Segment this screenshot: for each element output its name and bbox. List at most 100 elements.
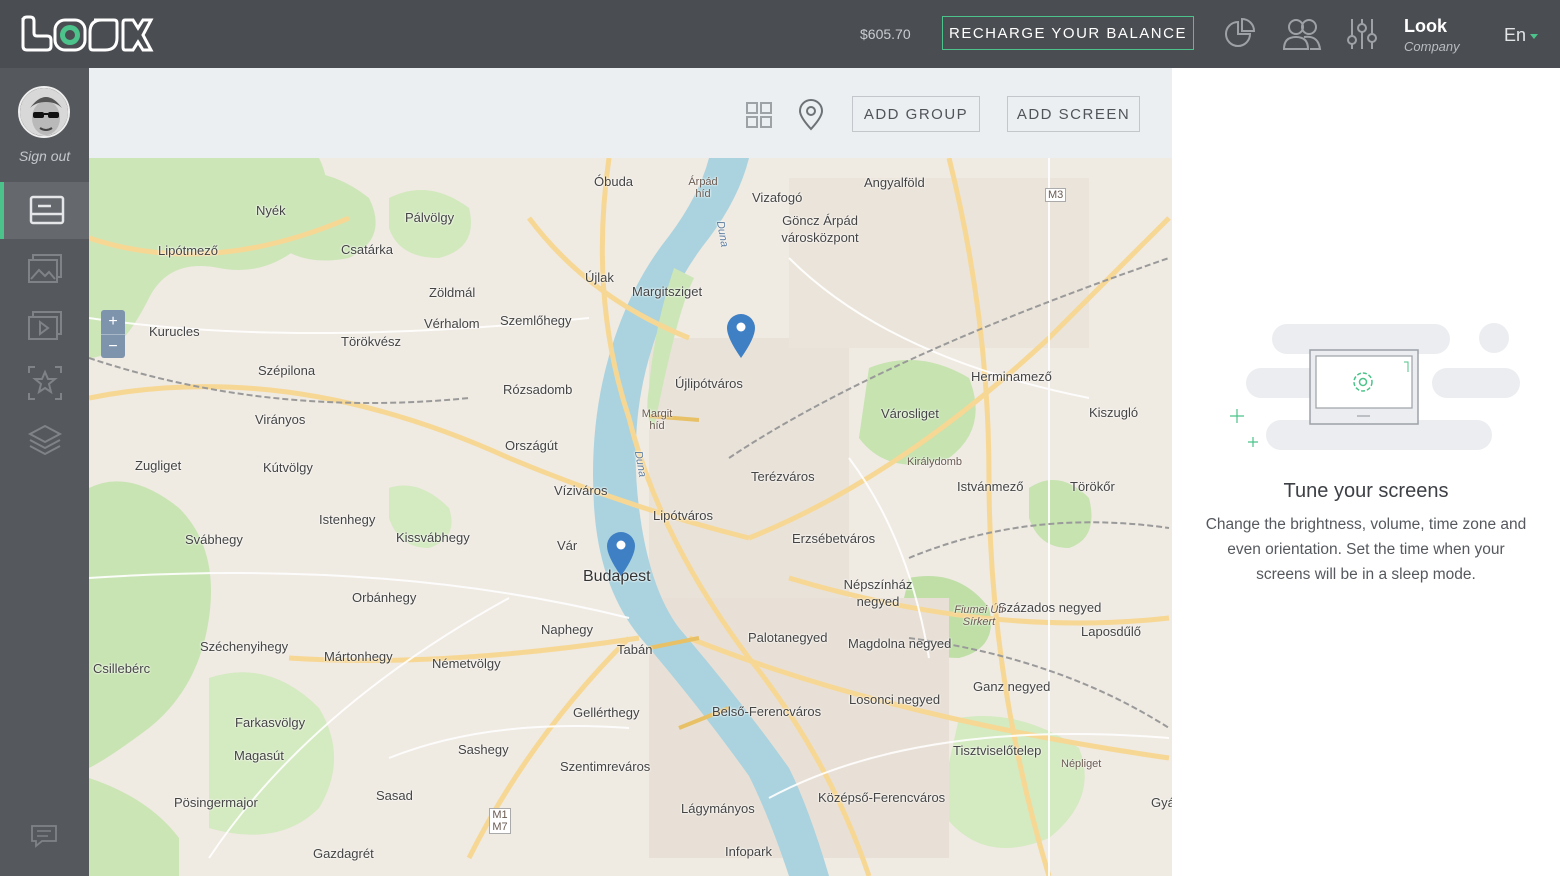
map-label: Palotanegyed bbox=[748, 630, 828, 645]
layers-icon bbox=[27, 424, 62, 455]
map-label: Törökvész bbox=[341, 334, 401, 349]
map-label: Istvánmező bbox=[957, 479, 1024, 494]
map-marker-icon[interactable] bbox=[605, 530, 637, 578]
sidebar-item-favorites[interactable] bbox=[0, 354, 89, 411]
map-label: Göncz Árpád városközpont bbox=[781, 213, 859, 245]
map-label: Csillebérc bbox=[93, 661, 151, 676]
map-label: Árpád híd bbox=[688, 176, 718, 200]
map-label: Zöldmál bbox=[429, 285, 476, 300]
user-name[interactable]: Look bbox=[1404, 16, 1447, 37]
map-label: Orbánhegy bbox=[352, 590, 417, 605]
toolbar: ADD GROUP ADD SCREEN bbox=[89, 68, 1172, 158]
map-label: Angyalföld bbox=[864, 175, 925, 190]
sidebar-item-images[interactable] bbox=[0, 240, 89, 297]
avatar-image bbox=[20, 88, 68, 136]
map-label: Zugliget bbox=[135, 458, 182, 473]
language-selector[interactable]: En bbox=[1504, 25, 1539, 46]
map-label: Vizafogó bbox=[752, 190, 803, 205]
map-label: Széchenyihegy bbox=[200, 639, 289, 654]
map-label: Farkasvölgy bbox=[235, 715, 306, 730]
map-label: Városliget bbox=[881, 406, 939, 421]
map-label: Losonci negyed bbox=[849, 692, 941, 707]
images-icon bbox=[27, 253, 62, 283]
map-label: Lágymányos bbox=[681, 801, 755, 816]
recharge-balance-button[interactable]: RECHARGE YOUR BALANCE bbox=[942, 16, 1194, 50]
map-label: Laposdűlő bbox=[1081, 624, 1141, 639]
map-label: Terézváros bbox=[751, 469, 815, 484]
map-label: Istenhegy bbox=[319, 512, 376, 527]
map-label: Csatárka bbox=[341, 242, 394, 257]
map-label: Kiszugló bbox=[1089, 405, 1139, 420]
sidebar: Sign out bbox=[0, 68, 89, 876]
map-label: Középső-Ferencváros bbox=[818, 790, 946, 805]
map-label: Szentimreváros bbox=[560, 759, 651, 774]
map-label: Margit híd bbox=[641, 408, 673, 432]
map-label: Sasad bbox=[376, 788, 413, 803]
sign-out-link[interactable]: Sign out bbox=[0, 148, 89, 164]
grid-view-icon[interactable] bbox=[745, 101, 773, 129]
map-label: Népszínház negyed bbox=[843, 577, 913, 609]
map-marker-icon[interactable] bbox=[725, 312, 757, 360]
map-label: Rózsadomb bbox=[503, 382, 573, 397]
chevron-down-icon bbox=[1530, 33, 1539, 39]
map-label: Magasút bbox=[234, 748, 284, 763]
map-label: Naphegy bbox=[541, 622, 594, 637]
zoom-out-button[interactable]: − bbox=[101, 334, 125, 358]
top-bar: $605.70 RECHARGE YOUR BALANCE Look Compa… bbox=[0, 0, 1560, 68]
add-group-button[interactable]: ADD GROUP bbox=[852, 96, 980, 132]
map-label: Infopark bbox=[725, 844, 772, 859]
info-panel: Tune your screens Change the brightness,… bbox=[1172, 68, 1560, 876]
map-label: Magdolna negyed bbox=[848, 636, 952, 651]
map-label: M3 bbox=[1045, 188, 1067, 202]
map-label: Óbuda bbox=[594, 174, 634, 189]
map-label: Svábhegy bbox=[185, 532, 243, 547]
map-label: M1 M7 bbox=[489, 808, 511, 834]
map-label: Szemlőhegy bbox=[500, 313, 572, 328]
map-label: Kurucles bbox=[149, 324, 200, 339]
favorites-icon bbox=[27, 365, 62, 400]
map-label: Tabán bbox=[617, 642, 653, 657]
map-label: Mártonhegy bbox=[324, 649, 393, 664]
playlists-icon bbox=[27, 310, 62, 340]
user-role: Company bbox=[1404, 39, 1460, 54]
sidebar-item-playlists[interactable] bbox=[0, 297, 89, 354]
map-label: Pösingermajor bbox=[174, 795, 258, 810]
map-label: Népliget bbox=[1061, 758, 1102, 770]
add-screen-button[interactable]: ADD SCREEN bbox=[1007, 96, 1140, 132]
map-label: Gyár bbox=[1151, 795, 1172, 810]
map-label: Újlak bbox=[585, 270, 614, 285]
map-label: Vérhalom bbox=[424, 316, 480, 331]
avatar[interactable] bbox=[18, 86, 70, 138]
map-label: Lipótmező bbox=[158, 243, 218, 258]
map-label: Országút bbox=[505, 438, 558, 453]
language-label: En bbox=[1504, 25, 1527, 45]
zoom-control: + − bbox=[101, 310, 125, 358]
map-label: Víziváros bbox=[554, 483, 608, 498]
map-label: Németvölgy bbox=[432, 656, 501, 671]
sidebar-item-layers[interactable] bbox=[0, 411, 89, 468]
sidebar-item-screens[interactable] bbox=[0, 182, 89, 239]
map-label: Margitsziget bbox=[632, 284, 703, 299]
look-logo[interactable] bbox=[20, 15, 156, 53]
map-label: Királydomb bbox=[907, 456, 963, 468]
statistics-icon[interactable] bbox=[1222, 16, 1258, 52]
users-icon[interactable] bbox=[1282, 16, 1322, 52]
map-label: Újlipótváros bbox=[675, 376, 743, 391]
map-label: Vár bbox=[557, 538, 578, 553]
map-label: Erzsébetváros bbox=[792, 531, 876, 546]
map-label: Nyék bbox=[256, 203, 286, 218]
zoom-in-button[interactable]: + bbox=[101, 310, 125, 334]
panel-description: Change the brightness, volume, time zone… bbox=[1205, 516, 1527, 583]
map-label: Gazdagrét bbox=[313, 846, 374, 861]
map-label: Herminamező bbox=[971, 369, 1052, 384]
map-view-icon[interactable] bbox=[797, 99, 825, 131]
map-label: Törökőr bbox=[1070, 479, 1115, 494]
settings-sliders-icon[interactable] bbox=[1344, 16, 1380, 52]
chat-icon[interactable] bbox=[30, 824, 58, 848]
screens-icon bbox=[29, 195, 64, 224]
map-label: Gellérthegy bbox=[573, 705, 640, 720]
map-label: Kútvölgy bbox=[263, 460, 313, 475]
map-label: Pálvölgy bbox=[405, 210, 455, 225]
map-label: Fiumei Úti Sírkert bbox=[954, 604, 1004, 628]
map-view[interactable]: Lipótmező Óbuda Árpád híd Vizafogó Angya… bbox=[89, 158, 1172, 876]
